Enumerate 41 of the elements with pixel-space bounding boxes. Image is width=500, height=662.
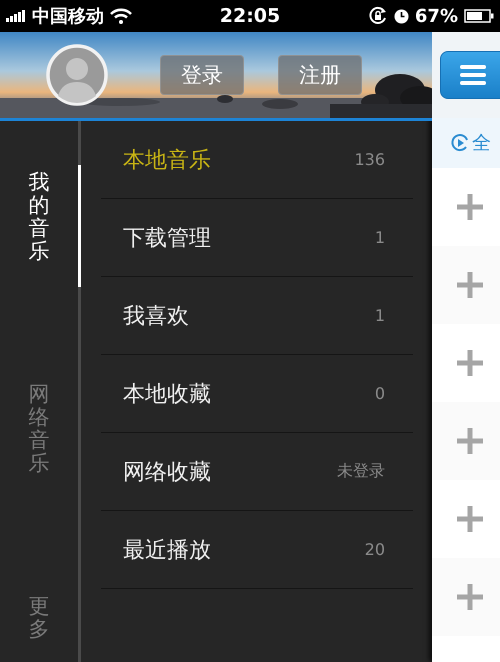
battery-percent: 67%	[414, 6, 458, 26]
register-button[interactable]: 注册	[278, 55, 362, 95]
clock-icon	[394, 8, 409, 24]
add-icon[interactable]	[457, 272, 483, 298]
wifi-icon	[110, 8, 132, 24]
add-icon[interactable]	[457, 194, 483, 220]
status-time: 22:05	[220, 5, 280, 27]
add-icon[interactable]	[457, 350, 483, 376]
menu-item[interactable]: 本地音乐 136	[101, 121, 413, 199]
menu-item[interactable]: 网络收藏 未登录	[101, 433, 413, 511]
side-tab[interactable]: 网络音乐	[28, 383, 50, 476]
menu-icon	[460, 65, 486, 85]
signal-icon	[6, 10, 26, 22]
menu-label: 网络收藏	[123, 458, 211, 486]
menu-label: 我喜欢	[123, 302, 189, 330]
menu-item[interactable]: 下载管理 1	[101, 199, 413, 277]
carrier-name: 中国移动	[32, 5, 104, 28]
rotation-lock-icon	[368, 6, 388, 26]
item-count: 136	[354, 150, 385, 169]
add-icon[interactable]	[457, 584, 483, 610]
item-count: 1	[374, 306, 385, 325]
item-count: 1	[374, 228, 385, 247]
menu-label: 最近播放	[123, 536, 211, 564]
play-cycle-icon[interactable]	[450, 133, 470, 153]
side-tab[interactable]: 我的音乐	[28, 171, 50, 264]
menu-item[interactable]: 我喜欢 1	[101, 277, 413, 355]
menu-label: 下载管理	[123, 224, 211, 252]
menu-item[interactable]: 本地收藏 0	[101, 355, 413, 433]
menu-button[interactable]	[440, 51, 500, 99]
menu-label: 本地音乐	[123, 146, 211, 174]
avatar-icon[interactable]	[46, 44, 108, 106]
add-icon[interactable]	[457, 506, 483, 532]
item-count: 0	[374, 384, 385, 403]
add-icon[interactable]	[457, 428, 483, 454]
login-button[interactable]: 登录	[160, 55, 244, 95]
side-tab[interactable]: 更多	[28, 595, 50, 642]
item-count: 20	[364, 540, 385, 559]
menu-item[interactable]: 最近播放 20	[101, 511, 413, 589]
menu-label: 本地收藏	[123, 380, 211, 408]
item-count: 未登录	[337, 461, 385, 482]
battery-icon	[464, 9, 494, 23]
